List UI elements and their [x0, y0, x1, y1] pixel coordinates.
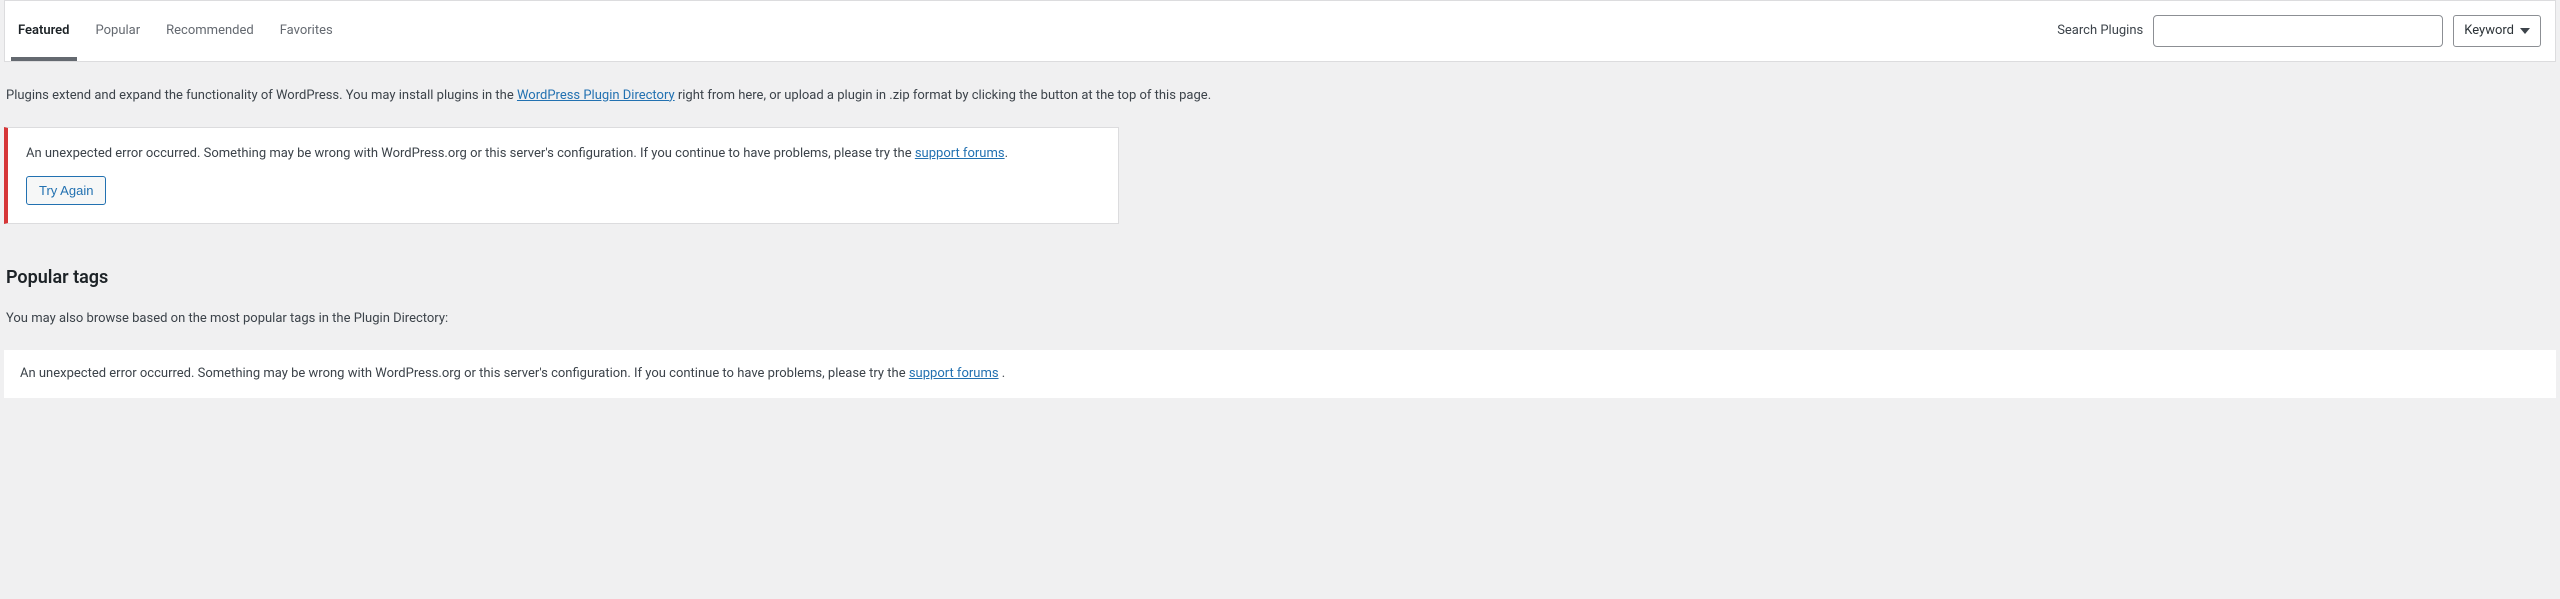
notice-message-pre: An unexpected error occurred. Something … [26, 146, 915, 161]
notice-message-post: . [1005, 146, 1008, 161]
tab-favorites[interactable]: Favorites [267, 1, 346, 61]
tab-popular[interactable]: Popular [83, 1, 154, 61]
description-post: right from here, or upload a plugin in .… [675, 88, 1212, 103]
search-input[interactable] [2153, 15, 2443, 47]
popular-tags-error: An unexpected error occurred. Something … [4, 350, 2556, 398]
search-type-label: Keyword [2464, 21, 2514, 41]
popular-tags-sub: You may also browse based on the most po… [6, 309, 2556, 329]
try-again-button[interactable]: Try Again [26, 176, 106, 205]
chevron-down-icon [2520, 28, 2530, 34]
search-type-select[interactable]: Keyword [2453, 15, 2541, 47]
filter-bar: Featured Popular Recommended Favorites S… [4, 0, 2556, 62]
search-area: Search Plugins Keyword [2057, 3, 2541, 59]
plugin-directory-link[interactable]: WordPress Plugin Directory [517, 88, 675, 103]
search-label: Search Plugins [2057, 21, 2143, 41]
description-pre: Plugins extend and expand the functional… [6, 88, 517, 103]
tags-error-post: . [999, 366, 1006, 381]
tags-error-pre: An unexpected error occurred. Something … [20, 366, 909, 381]
support-forums-link[interactable]: support forums [915, 146, 1005, 161]
popular-tags-heading: Popular tags [6, 264, 2556, 291]
tab-recommended[interactable]: Recommended [153, 1, 267, 61]
error-notice: An unexpected error occurred. Something … [4, 127, 1119, 224]
tabs: Featured Popular Recommended Favorites [5, 1, 346, 61]
tab-featured[interactable]: Featured [5, 1, 83, 61]
plugins-description: Plugins extend and expand the functional… [6, 86, 2556, 106]
tags-support-forums-link[interactable]: support forums [909, 366, 999, 381]
